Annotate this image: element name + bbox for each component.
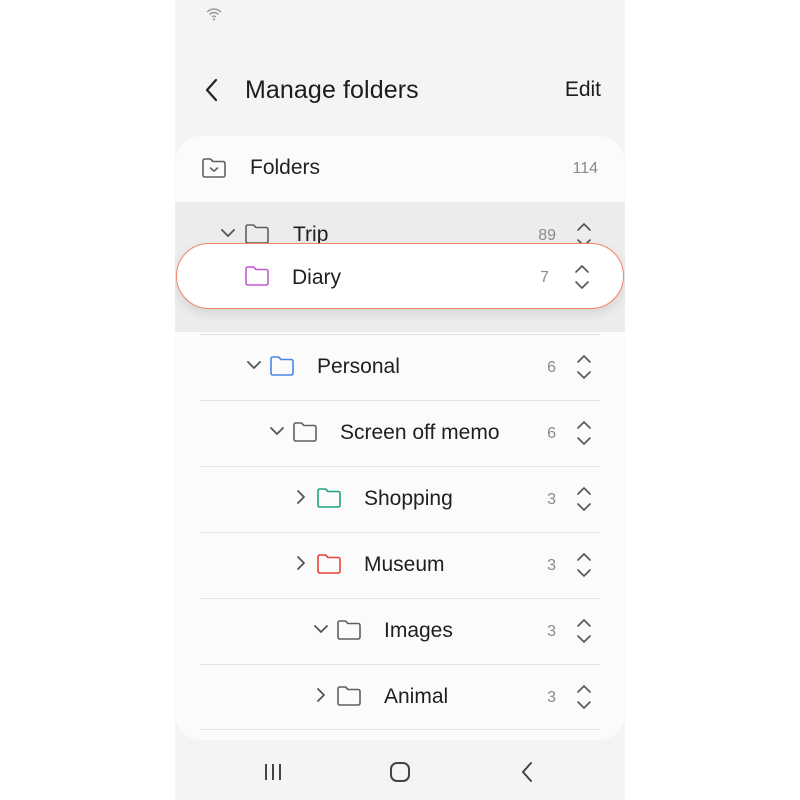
folder-count: 6 xyxy=(547,425,556,442)
folders-root-count: 114 xyxy=(572,160,598,177)
folder-icon xyxy=(245,266,269,286)
reorder-handle-icon[interactable] xyxy=(575,683,593,711)
chevron-down-icon[interactable] xyxy=(312,620,330,638)
reorder-handle-icon[interactable] xyxy=(575,551,593,579)
dragged-folder-diary[interactable]: Diary 7 xyxy=(176,243,624,309)
folder-count: 7 xyxy=(540,269,549,286)
folder-label: Personal xyxy=(317,355,400,378)
folder-label: Images xyxy=(384,619,453,642)
reorder-handle-icon[interactable] xyxy=(573,263,591,291)
folders-root-label: Folders xyxy=(250,156,321,179)
divider xyxy=(200,400,600,401)
divider xyxy=(200,466,600,467)
folder-label: Museum xyxy=(364,553,445,576)
wifi-icon xyxy=(206,8,222,21)
folder-count: 3 xyxy=(547,557,556,574)
folder-count: 3 xyxy=(547,689,556,706)
reorder-handle-icon[interactable] xyxy=(575,353,593,381)
chevron-right-icon[interactable] xyxy=(292,554,310,572)
divider xyxy=(200,729,600,730)
folder-row-personal[interactable]: Personal 6 xyxy=(200,334,600,400)
folder-count: 3 xyxy=(547,491,556,508)
back-arrow-icon[interactable] xyxy=(197,74,229,106)
folder-label: Screen off memo xyxy=(340,421,500,444)
edit-button[interactable]: Edit xyxy=(565,78,601,102)
folder-icon xyxy=(245,224,269,244)
divider xyxy=(200,598,600,599)
page-title: Manage folders xyxy=(245,76,419,104)
folder-icon xyxy=(293,422,317,442)
folder-row-shopping[interactable]: Shopping 3 xyxy=(200,466,600,532)
navigation-bar xyxy=(175,744,625,800)
nav-back-icon[interactable] xyxy=(511,756,543,788)
chevron-right-icon[interactable] xyxy=(292,488,310,506)
folders-root-row[interactable]: Folders 114 xyxy=(175,136,625,202)
status-bar xyxy=(175,0,625,28)
folder-icon xyxy=(317,488,341,508)
reorder-handle-icon[interactable] xyxy=(575,617,593,645)
home-icon[interactable] xyxy=(384,756,416,788)
folder-row-animal[interactable]: Animal 3 xyxy=(200,664,600,730)
folder-count: 3 xyxy=(547,623,556,640)
chevron-down-icon[interactable] xyxy=(219,224,237,242)
chevron-down-icon[interactable] xyxy=(245,356,263,374)
recent-apps-icon[interactable] xyxy=(257,756,289,788)
folder-count: 6 xyxy=(547,359,556,376)
app-bar: Manage folders Edit xyxy=(175,62,625,118)
folder-list: Folders 114 Trip 89 Personal 6 Screen of xyxy=(175,136,625,740)
reorder-handle-icon[interactable] xyxy=(575,419,593,447)
divider xyxy=(200,664,600,665)
folder-row-museum[interactable]: Museum 3 xyxy=(200,532,600,598)
divider xyxy=(200,532,600,533)
folder-label: Shopping xyxy=(364,487,453,510)
divider xyxy=(200,334,600,335)
reorder-handle-icon[interactable] xyxy=(575,485,593,513)
folder-row-screen-off-memo[interactable]: Screen off memo 6 xyxy=(200,400,600,466)
folder-label: Diary xyxy=(292,266,342,289)
folder-icon xyxy=(317,554,341,574)
folder-row-images[interactable]: Images 3 xyxy=(200,598,600,664)
folder-icon xyxy=(337,620,361,640)
phone-screen: Manage folders Edit Folders 114 Trip 89 … xyxy=(175,0,625,800)
chevron-right-icon[interactable] xyxy=(312,686,330,704)
folder-icon xyxy=(337,686,361,706)
folder-icon xyxy=(270,356,294,376)
folder-label: Animal xyxy=(384,685,449,708)
folder-check-icon xyxy=(202,158,226,178)
chevron-down-icon[interactable] xyxy=(268,422,286,440)
